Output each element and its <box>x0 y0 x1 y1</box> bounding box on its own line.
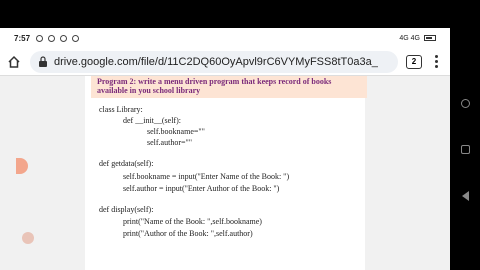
code-line: self.author="" <box>147 138 193 147</box>
browser-toolbar: drive.google.com/file/d/11C2DQ60OyApvl9r… <box>0 48 450 76</box>
floating-bubble[interactable] <box>22 232 34 244</box>
battery-icon <box>424 35 436 41</box>
home-icon[interactable] <box>6 54 22 70</box>
code-line: self.bookname="" <box>147 127 205 136</box>
code-line: print("Name of the Book: ",self.bookname… <box>123 217 262 226</box>
status-time: 7:57 <box>14 33 31 43</box>
overflow-menu-icon[interactable] <box>428 55 444 68</box>
status-bar: 7:57 4G 4G <box>0 28 450 48</box>
system-nav-bar <box>450 30 480 270</box>
code-line: self.author = input("Enter Author of the… <box>123 184 280 193</box>
screen-frame: 7:57 4G 4G drive.google.com/file/d/11C2D… <box>0 0 480 270</box>
notification-icons <box>36 34 80 42</box>
document-page: Program 2: write a menu driven program t… <box>85 76 367 270</box>
signal-text: 4G 4G <box>399 34 420 42</box>
pdf-viewer[interactable]: Program 2: write a menu driven program t… <box>0 76 450 270</box>
back-button[interactable] <box>461 191 469 202</box>
heading-line-2: available in you school library <box>97 86 201 95</box>
recents-button[interactable] <box>460 98 470 108</box>
code-line: self.bookname = input("Enter Name of the… <box>123 172 290 181</box>
code-line: def display(self): <box>99 205 154 214</box>
code-line: def __init__(self): <box>123 116 181 125</box>
url-text[interactable]: drive.google.com/file/d/11C2DQ60OyApvl9r… <box>54 56 378 68</box>
code-line: print("Author of the Book: ",self.author… <box>123 229 253 238</box>
heading-line-1: Program 2: write a menu driven program t… <box>97 77 332 86</box>
home-button[interactable] <box>460 144 470 154</box>
program-heading: Program 2: write a menu driven program t… <box>91 76 367 98</box>
code-line: def getdata(self): <box>99 159 154 168</box>
status-right: 4G 4G <box>399 35 436 42</box>
notification-icon <box>36 34 44 42</box>
tab-switcher-button[interactable]: 2 <box>406 54 422 69</box>
notification-icon <box>72 34 80 42</box>
notification-icon <box>60 34 68 42</box>
lock-icon[interactable] <box>38 56 48 67</box>
code-line: class Library: <box>99 105 143 114</box>
address-bar[interactable]: drive.google.com/file/d/11C2DQ60OyApvl9r… <box>30 50 398 73</box>
notification-icon <box>48 34 56 42</box>
